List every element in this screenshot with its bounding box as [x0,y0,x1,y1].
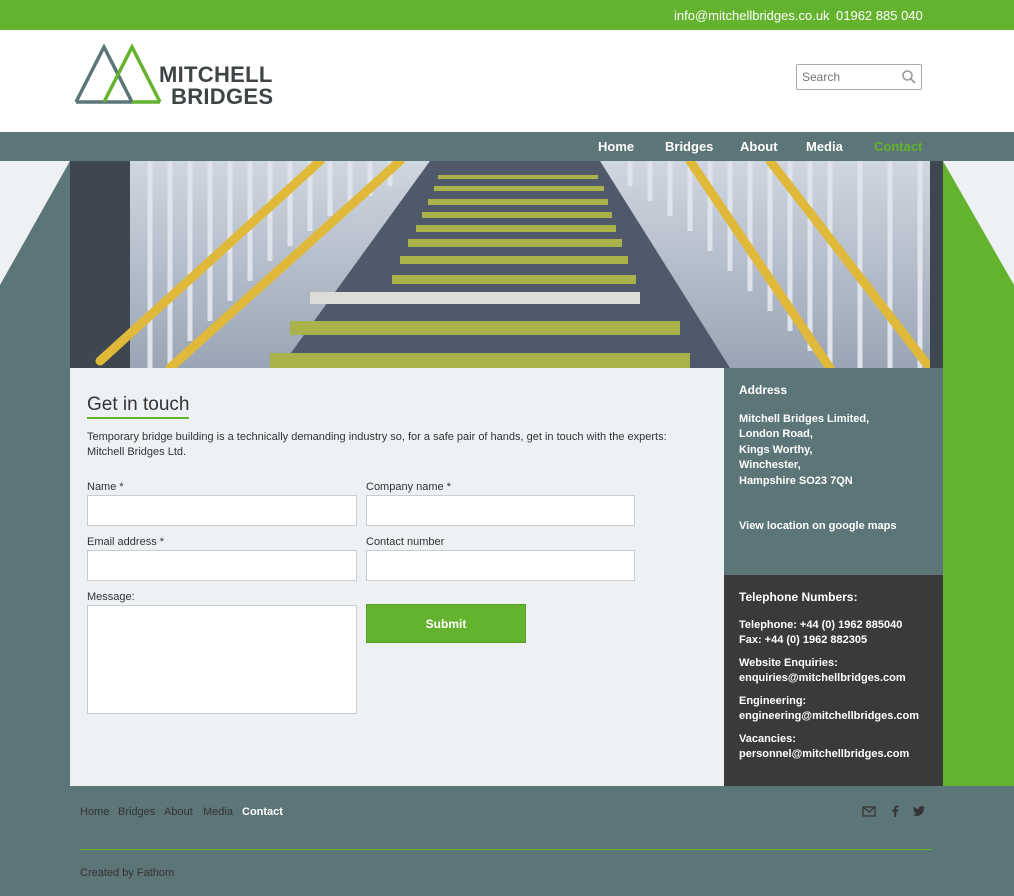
facebook-icon[interactable] [888,804,902,818]
site-header: MITCHELL BRIDGES [0,30,1014,132]
page-title: Get in touch [87,394,190,419]
nav-media[interactable]: Media [806,139,843,154]
footer-divider [80,849,932,850]
submit-button[interactable]: Submit [366,604,526,643]
google-maps-link[interactable]: View location on google maps [739,520,897,532]
address-panel: Address Mitchell Bridges Limited, London… [724,368,943,575]
address-lines: Mitchell Bridges Limited, London Road, K… [739,412,869,489]
bridge-stairs-image [70,161,943,368]
email-label: Email address * [87,536,165,548]
contact-section: Get in touch Temporary bridge building i… [70,368,724,786]
main-nav: Home Bridges About Media Contact [0,132,1014,161]
footer-credit: Created by Fathom [80,867,175,879]
footer-link-media[interactable]: Media [203,806,233,818]
nav-bridges[interactable]: Bridges [665,139,713,154]
telephone-panel: Telephone Numbers: Telephone: +44 (0) 19… [724,575,943,786]
telephone-number: Telephone: +44 (0) 1962 885040 [739,619,903,631]
logo[interactable]: MITCHELL BRIDGES [74,44,274,109]
vacancies-email-link[interactable]: personnel@mitchellbridges.com [739,747,909,762]
company-input[interactable] [366,495,635,526]
address-title: Address [739,383,788,397]
contact-number-input[interactable] [366,550,635,581]
message-textarea[interactable] [87,605,357,714]
top-bar: info@mitchellbridges.co.uk 01962 885 040 [0,0,1014,30]
footer-link-home[interactable]: Home [80,806,109,818]
twitter-icon[interactable] [912,804,926,818]
vacancies-label: Vacancies: [739,733,796,745]
footer-link-bridges[interactable]: Bridges [118,806,155,818]
address-line: Mitchell Bridges Limited, [739,413,870,425]
nav-home[interactable]: Home [598,139,634,154]
name-label: Name * [87,481,124,493]
fax-number: Fax: +44 (0) 1962 882305 [739,634,868,646]
intro-text: Temporary bridge building is a technical… [87,431,667,458]
company-label: Company name * [366,481,451,493]
top-email-link[interactable]: info@mitchellbridges.co.uk [674,8,830,23]
address-line: London Road, [739,428,813,441]
search-input[interactable] [802,69,902,85]
hero-image [70,161,943,368]
mail-icon[interactable] [862,804,876,818]
search-box[interactable] [796,64,922,90]
address-line: Winchester, [739,459,801,472]
address-line: Hampshire SO23 7QN [739,474,853,487]
engineering-email-link[interactable]: engineering@mitchellbridges.com [739,709,919,724]
website-enquiries-label: Website Enquiries: [739,657,838,669]
logo-text-line2: BRIDGES [171,84,274,109]
enquiries-email-link[interactable]: enquiries@mitchellbridges.com [739,671,906,686]
footer-link-about[interactable]: About [164,806,193,818]
footer-link-contact[interactable]: Contact [242,806,283,818]
address-line: Kings Worthy, [739,443,813,456]
message-label: Message: [87,591,135,603]
nav-contact[interactable]: Contact [874,139,922,154]
contact-number-label: Contact number [366,536,445,548]
email-input[interactable] [87,550,357,581]
name-input[interactable] [87,495,357,526]
search-icon[interactable] [901,69,917,85]
engineering-label: Engineering: [739,695,807,707]
top-phone: 01962 885 040 [836,8,923,23]
logo-mark-icon [74,44,162,104]
telephone-title: Telephone Numbers: [739,590,858,604]
nav-about[interactable]: About [740,139,778,154]
